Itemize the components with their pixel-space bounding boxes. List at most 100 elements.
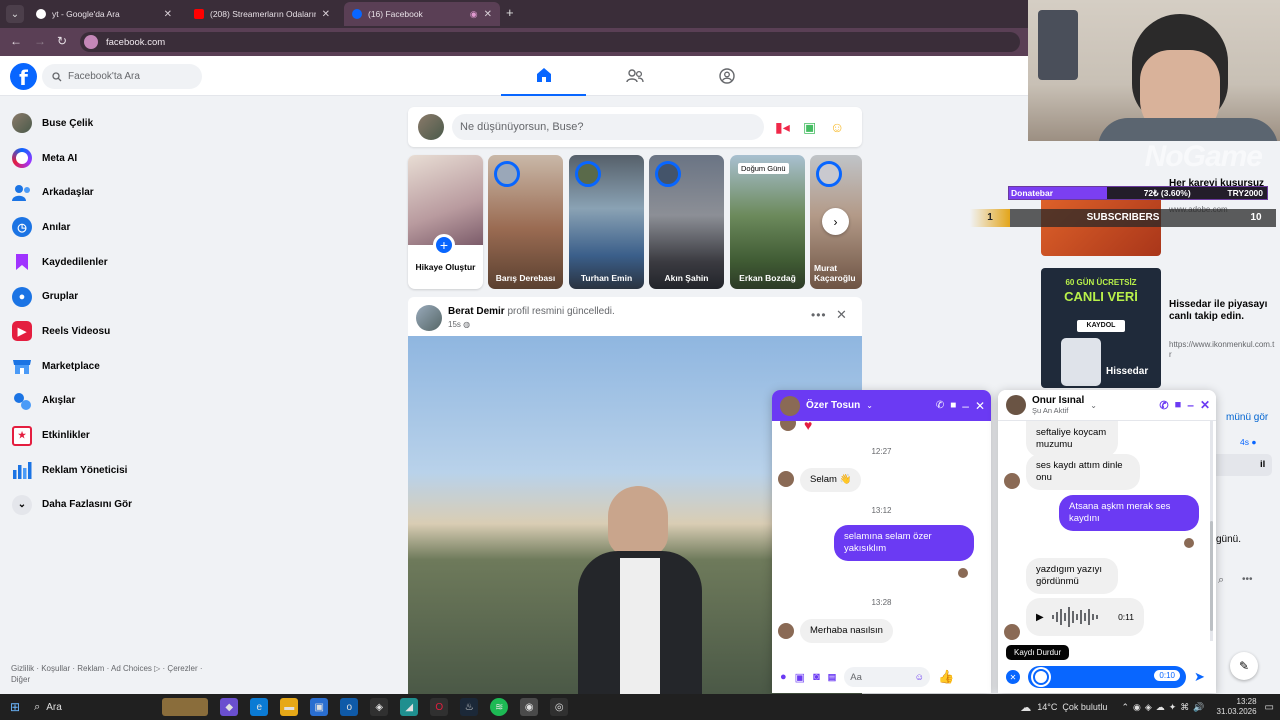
sidebar-item-saved[interactable]: Kaydedilenler: [0, 245, 230, 280]
stop-recording-button[interactable]: [1033, 669, 1049, 685]
gif-icon[interactable]: ▤: [828, 672, 837, 683]
browser-tab[interactable]: (208) Streamerların Odalarını D ✕: [186, 2, 338, 26]
sidebar-item-feeds[interactable]: Akışlar: [0, 384, 230, 419]
minimize-icon[interactable]: –: [1187, 398, 1194, 412]
browser-tab[interactable]: yt - Google'da Ara ✕: [28, 2, 180, 26]
microphone-icon[interactable]: ●: [780, 671, 787, 683]
edge-icon[interactable]: e: [250, 698, 269, 716]
video-call-icon[interactable]: ■: [950, 400, 956, 411]
post-author[interactable]: Berat Demir: [448, 306, 505, 317]
story-card[interactable]: Doğum Günü Erkan Bozdağ: [730, 155, 805, 289]
forward-icon[interactable]: →: [34, 34, 46, 48]
tab-close-icon[interactable]: ✕: [484, 9, 492, 20]
windows-start-icon[interactable]: ⊞: [10, 700, 20, 714]
more-options-icon[interactable]: •••: [1242, 574, 1253, 585]
facebook-search-input[interactable]: Facebook'ta Ara: [42, 64, 202, 89]
avatar[interactable]: [416, 305, 442, 331]
phone-icon[interactable]: ✆: [936, 400, 944, 411]
chat-header[interactable]: Onur Isınal Şu An Aktif ⌄ ✆ ■ – ✕: [998, 390, 1216, 421]
feeling-icon[interactable]: ☺: [830, 119, 844, 135]
sidebar-item-marketplace[interactable]: Marketplace: [0, 349, 230, 384]
sidebar-item-reels[interactable]: ▶ Reels Videosu: [0, 314, 230, 349]
clock[interactable]: 13:28 31.03.2026: [1217, 697, 1257, 717]
chevron-down-icon[interactable]: ⌄: [866, 401, 873, 410]
sidebar-item-events[interactable]: ★ Etkinlikler: [0, 418, 230, 453]
site-info-icon[interactable]: [84, 35, 98, 49]
search-icon[interactable]: ⌕: [34, 701, 40, 714]
scrollbar-thumb[interactable]: [1210, 521, 1213, 631]
widgets-icon[interactable]: [162, 698, 209, 716]
sidebar-item-profile[interactable]: Buse Çelik: [0, 106, 230, 141]
opera-icon[interactable]: O: [430, 698, 449, 716]
tab-close-icon[interactable]: ✕: [164, 9, 172, 20]
sidebar-item-groups[interactable]: ● Gruplar: [0, 279, 230, 314]
notification-icon[interactable]: ▭: [1265, 702, 1274, 713]
chat-header[interactable]: Özer Tosun ⌄ ✆ ■ – ✕: [772, 390, 991, 421]
url-field[interactable]: facebook.com: [80, 32, 1020, 52]
tab-close-icon[interactable]: ✕: [322, 9, 330, 20]
close-icon[interactable]: ✕: [1200, 398, 1210, 412]
hissedar-ad-image[interactable]: 60 GÜN ÜCRETSİZ CANLI VERİ KAYDOL Hissed…: [1041, 268, 1161, 388]
tab-friends[interactable]: [592, 56, 677, 96]
create-story-card[interactable]: + Hikaye Oluştur: [408, 155, 483, 289]
outlook-icon[interactable]: o: [340, 698, 359, 716]
footer-links[interactable]: Gizlilik · Koşullar · Reklam · Ad Choice…: [11, 663, 231, 685]
partial-button[interactable]: il: [1210, 454, 1272, 476]
post-time[interactable]: 15s: [448, 320, 461, 329]
more-options-icon[interactable]: •••: [811, 308, 827, 322]
sticker-icon[interactable]: ◙: [813, 671, 820, 683]
close-icon[interactable]: ✕: [975, 399, 985, 413]
close-icon[interactable]: ✕: [836, 307, 847, 323]
weather-text[interactable]: 14°C Çok bulutlu: [1037, 702, 1107, 712]
story-card[interactable]: Akın Şahin: [649, 155, 724, 289]
search-icon[interactable]: ⌕: [1218, 574, 1224, 587]
sidebar-item-friends[interactable]: Arkadaşlar: [0, 175, 230, 210]
taskbar-search[interactable]: Ara: [46, 702, 156, 713]
copilot-icon[interactable]: ◆: [220, 698, 239, 716]
emoji-icon[interactable]: ☺: [915, 672, 925, 683]
browser-tab-active[interactable]: (16) Facebook ◉ ✕: [344, 2, 500, 26]
message-input[interactable]: Aa ☺: [844, 667, 931, 687]
ad-title[interactable]: Hissedar ile piyasayı canlı takip edin.: [1169, 299, 1275, 323]
back-icon[interactable]: ←: [10, 34, 22, 48]
steam-icon[interactable]: ♨: [460, 698, 479, 716]
photo-icon[interactable]: ▣: [803, 119, 816, 136]
obs-icon[interactable]: ◎: [550, 698, 569, 716]
app-icon[interactable]: ◢: [400, 698, 419, 716]
chat-scrollbar[interactable]: [1210, 421, 1213, 641]
chat-contact-name[interactable]: Özer Tosun: [806, 400, 860, 411]
file-explorer-icon[interactable]: ▬: [280, 698, 299, 716]
chrome-icon[interactable]: ◉: [520, 698, 539, 716]
photo-icon[interactable]: ▣: [795, 671, 805, 684]
sidebar-item-see-more[interactable]: ⌄ Daha Fazlasını Gör: [0, 488, 230, 523]
story-card[interactable]: Turhan Emin: [569, 155, 644, 289]
chevron-down-icon[interactable]: ⌄: [1090, 401, 1097, 410]
phone-icon[interactable]: ✆: [1159, 399, 1168, 412]
video-call-icon[interactable]: ■: [1175, 399, 1182, 411]
tab-groups[interactable]: [684, 56, 769, 96]
tab-list-button[interactable]: ⌄: [6, 5, 24, 23]
store-icon[interactable]: ▣: [310, 698, 329, 716]
minimize-icon[interactable]: –: [962, 399, 969, 413]
sidebar-item-ads-manager[interactable]: Reklam Yöneticisi: [0, 453, 230, 488]
see-all-link[interactable]: münü gör: [1226, 412, 1268, 423]
play-icon[interactable]: ▶: [1036, 612, 1044, 623]
send-icon[interactable]: ➤: [1194, 669, 1205, 685]
new-tab-button[interactable]: +: [506, 5, 514, 20]
security-icon[interactable]: ◈: [370, 698, 389, 716]
sidebar-item-memories[interactable]: ◷ Anılar: [0, 210, 230, 245]
facebook-logo-icon[interactable]: f: [10, 63, 37, 90]
stories-next-button[interactable]: ›: [822, 208, 849, 235]
live-video-icon[interactable]: ▮◂: [775, 119, 790, 136]
spotify-icon[interactable]: ≋: [490, 698, 509, 716]
reload-icon[interactable]: ↻: [57, 34, 67, 48]
tab-home[interactable]: [501, 56, 586, 96]
composer-input[interactable]: Ne düşünüyorsun, Buse?: [452, 114, 764, 140]
system-tray-icons[interactable]: ⌃◉◈☁✦⌘🔊: [1121, 702, 1208, 713]
audio-message[interactable]: ▶ 0:11: [1026, 598, 1144, 636]
chat-contact-info[interactable]: Onur Isınal Şu An Aktif: [1032, 395, 1084, 415]
story-card[interactable]: Barış Derebası: [488, 155, 563, 289]
new-message-button[interactable]: ✎: [1230, 652, 1258, 680]
sidebar-item-meta-ai[interactable]: Meta AI: [0, 141, 230, 176]
like-icon[interactable]: 👍: [938, 669, 954, 685]
